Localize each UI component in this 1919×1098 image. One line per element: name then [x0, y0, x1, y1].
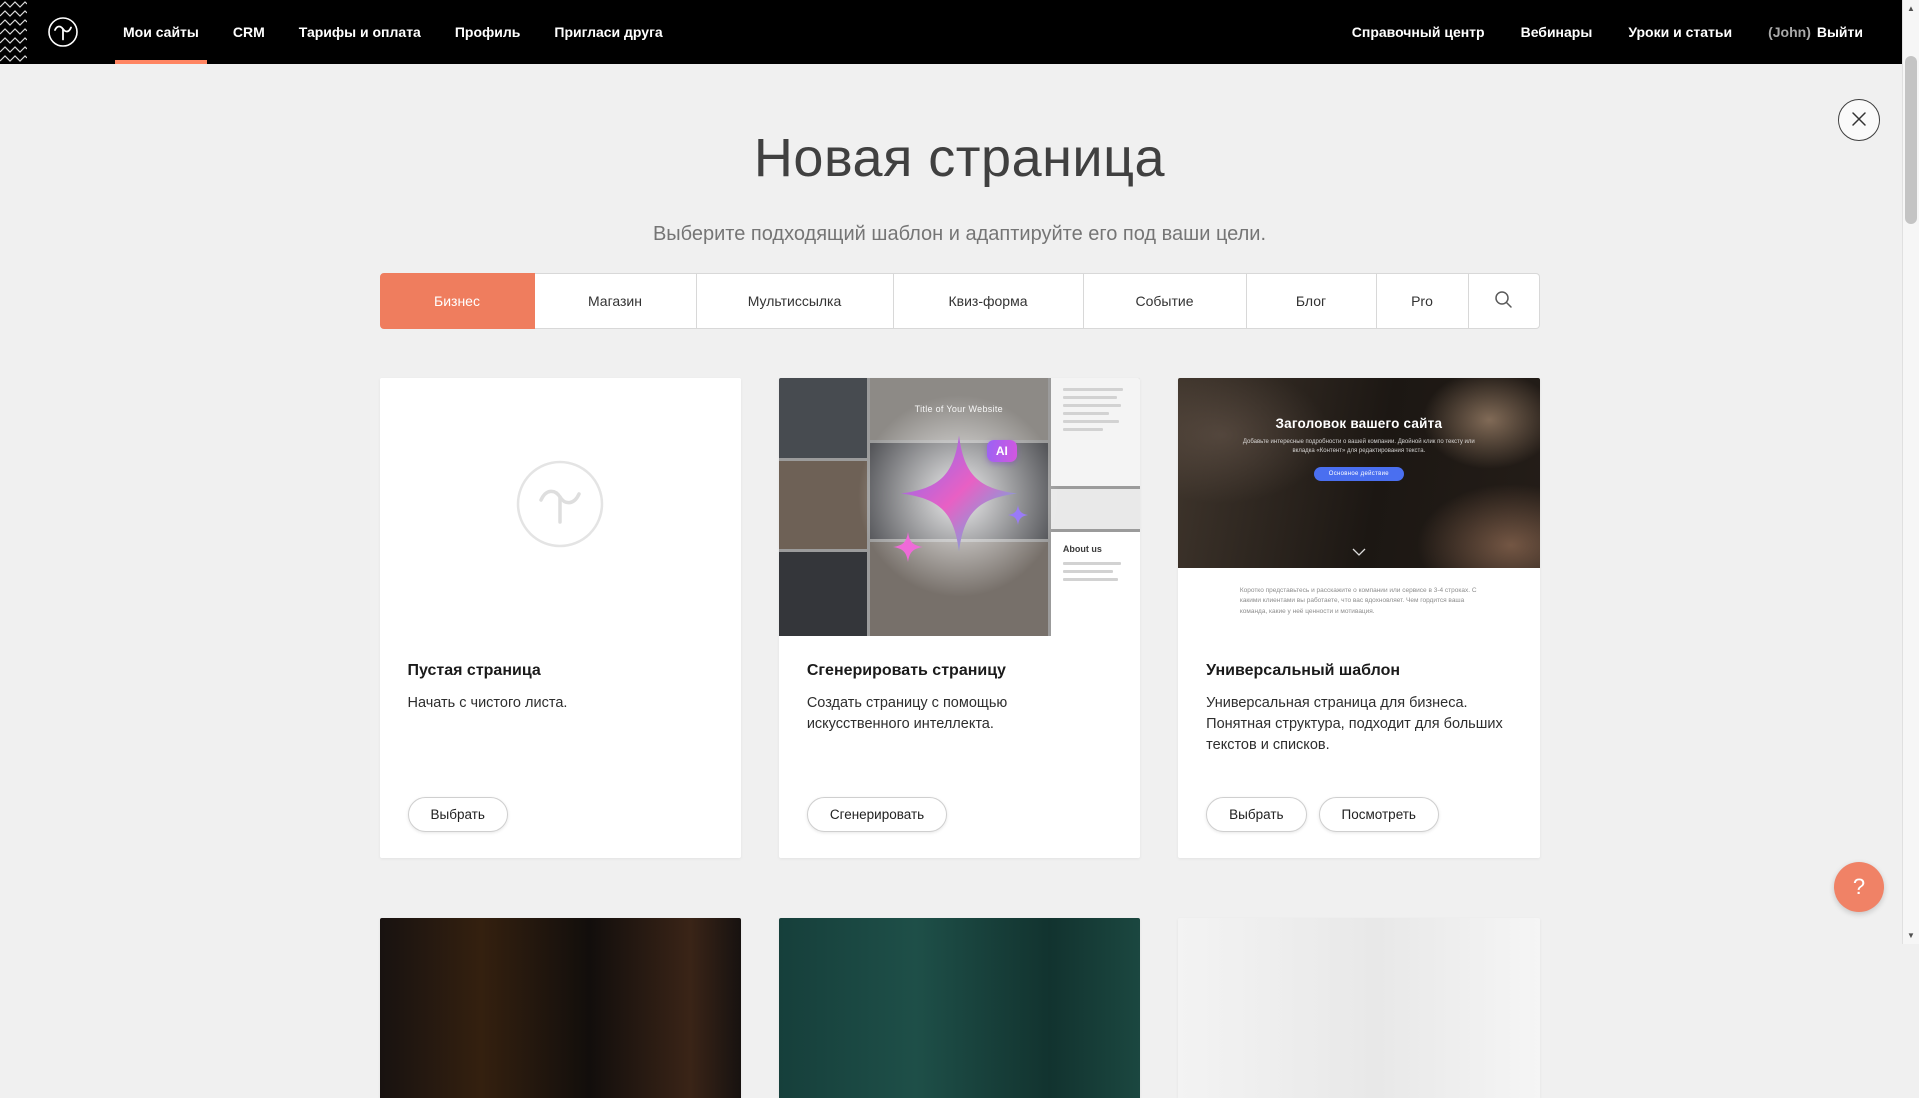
tilda-logo[interactable] [43, 12, 83, 52]
page-subtitle: Выберите подходящий шаблон и адаптируйте… [0, 223, 1919, 246]
preview-body-section: Коротко представьтесь и расскажите о ком… [1178, 568, 1539, 636]
nav-item-pricing[interactable]: Тарифы и оплата [299, 0, 421, 64]
generate-button[interactable]: Сгенерировать [807, 797, 947, 832]
main-nav: Мои сайты CRM Тарифы и оплата Профиль Пр… [123, 0, 697, 64]
tab-multilink[interactable]: Мультиссылка [697, 273, 894, 329]
scrollbar-thumb[interactable] [1905, 56, 1917, 224]
ai-generate-preview: Title of Your Website About us [779, 378, 1140, 636]
tab-event[interactable]: Событие [1084, 273, 1247, 329]
template-card-generate-ai: Title of Your Website About us [779, 378, 1140, 858]
nav-item-crm[interactable]: CRM [233, 0, 265, 64]
account-name: (John) [1768, 24, 1811, 40]
card-title: Пустая страница [408, 662, 713, 680]
collage-about-tile: About us [1051, 532, 1140, 636]
template-grid: Пустая страница Начать с чистого листа. … [380, 378, 1540, 858]
card-body: Сгенерировать страницу Создать страницу … [779, 636, 1140, 858]
search-icon [1494, 290, 1513, 312]
nav-item-profile[interactable]: Профиль [455, 0, 521, 64]
template-category-tabs: Бизнес Магазин Мультиссылка Квиз-форма С… [380, 273, 1540, 329]
card-description: Начать с чистого листа. [408, 693, 708, 714]
help-button[interactable]: ? [1834, 862, 1884, 912]
ai-sparkle-small-icon [1007, 504, 1029, 531]
close-icon [1851, 111, 1867, 130]
tilda-watermark-icon [514, 458, 606, 555]
view-universal-button[interactable]: Посмотреть [1319, 797, 1439, 832]
tab-blog[interactable]: Блог [1247, 273, 1377, 329]
collage-text-tile [1051, 378, 1140, 486]
collage-about-text: About us [1063, 544, 1128, 554]
page-title: Новая страница [0, 64, 1919, 187]
card-description: Универсальная страница для бизнеса. Поня… [1206, 693, 1506, 756]
collage-photo-tile [1051, 489, 1140, 529]
nav-item-invite-friend[interactable]: Пригласи друга [554, 0, 662, 64]
preview-body-text: Коротко представьтесь и расскажите о ком… [1240, 586, 1478, 617]
nav-item-my-sites[interactable]: Мои сайты [123, 0, 199, 64]
scroll-up-arrow-icon[interactable]: ▲ [1903, 0, 1919, 17]
universal-template-preview: Заголовок вашего сайта Добавьте интересн… [1178, 378, 1539, 636]
logout-label: Выйти [1817, 24, 1863, 40]
collage-photo-tile [779, 552, 867, 636]
vertical-scrollbar[interactable]: ▲ ▼ [1902, 0, 1919, 944]
nav-item-logout[interactable]: (John) Выйти [1768, 0, 1863, 64]
preview-site-title: Заголовок вашего сайта [1275, 416, 1442, 431]
collage-title-text: Title of Your Website [915, 404, 1003, 414]
secondary-nav: Справочный центр Вебинары Уроки и статьи… [1316, 0, 1863, 64]
new-page-dialog: Новая страница Выберите подходящий шабло… [0, 64, 1919, 1098]
card-title: Универсальный шаблон [1206, 662, 1511, 680]
preview-site-subtitle: Добавьте интересные подробности о вашей … [1241, 438, 1476, 457]
template-grid-row-2 [380, 918, 1540, 1098]
choose-universal-button[interactable]: Выбрать [1206, 797, 1306, 832]
chevron-down-icon [1352, 543, 1366, 561]
card-buttons: Сгенерировать [807, 797, 1112, 832]
template-card-partial-3[interactable] [1178, 918, 1539, 1098]
collage-photo-tile [779, 461, 867, 549]
nav-item-webinars[interactable]: Вебинары [1521, 0, 1593, 64]
template-card-partial-1[interactable] [380, 918, 741, 1098]
ai-badge: AI [987, 440, 1017, 462]
template-card-partial-2[interactable] [779, 918, 1140, 1098]
nav-item-help-center[interactable]: Справочный центр [1352, 0, 1485, 64]
template-card-universal: Заголовок вашего сайта Добавьте интересн… [1178, 378, 1539, 858]
card-description: Создать страницу с помощью искусственног… [807, 693, 1107, 735]
card-buttons: Выбрать Посмотреть [1206, 797, 1511, 832]
card-buttons: Выбрать [408, 797, 713, 832]
preview-cover: Заголовок вашего сайта Добавьте интересн… [1178, 378, 1539, 568]
top-navbar: Мои сайты CRM Тарифы и оплата Профиль Пр… [0, 0, 1919, 64]
preview-cta-button: Основное действие [1314, 467, 1404, 481]
scroll-down-arrow-icon[interactable]: ▼ [1903, 927, 1919, 944]
zigzag-decoration [0, 0, 27, 64]
close-button[interactable] [1838, 99, 1880, 141]
tab-quiz-form[interactable]: Квиз-форма [894, 273, 1084, 329]
card-title: Сгенерировать страницу [807, 662, 1112, 680]
template-card-blank: Пустая страница Начать с чистого листа. … [380, 378, 741, 858]
card-body: Пустая страница Начать с чистого листа. … [380, 636, 741, 858]
tab-store[interactable]: Магазин [535, 273, 697, 329]
nav-item-lessons[interactable]: Уроки и статьи [1628, 0, 1732, 64]
tab-business[interactable]: Бизнес [380, 273, 535, 329]
tab-pro[interactable]: Pro [1377, 273, 1469, 329]
choose-blank-button[interactable]: Выбрать [408, 797, 508, 832]
ai-sparkle-small-icon [891, 530, 925, 569]
tab-search[interactable] [1469, 273, 1540, 329]
collage-photo-tile [779, 378, 867, 458]
card-body: Универсальный шаблон Универсальная стран… [1178, 636, 1539, 858]
blank-page-preview [380, 378, 741, 636]
